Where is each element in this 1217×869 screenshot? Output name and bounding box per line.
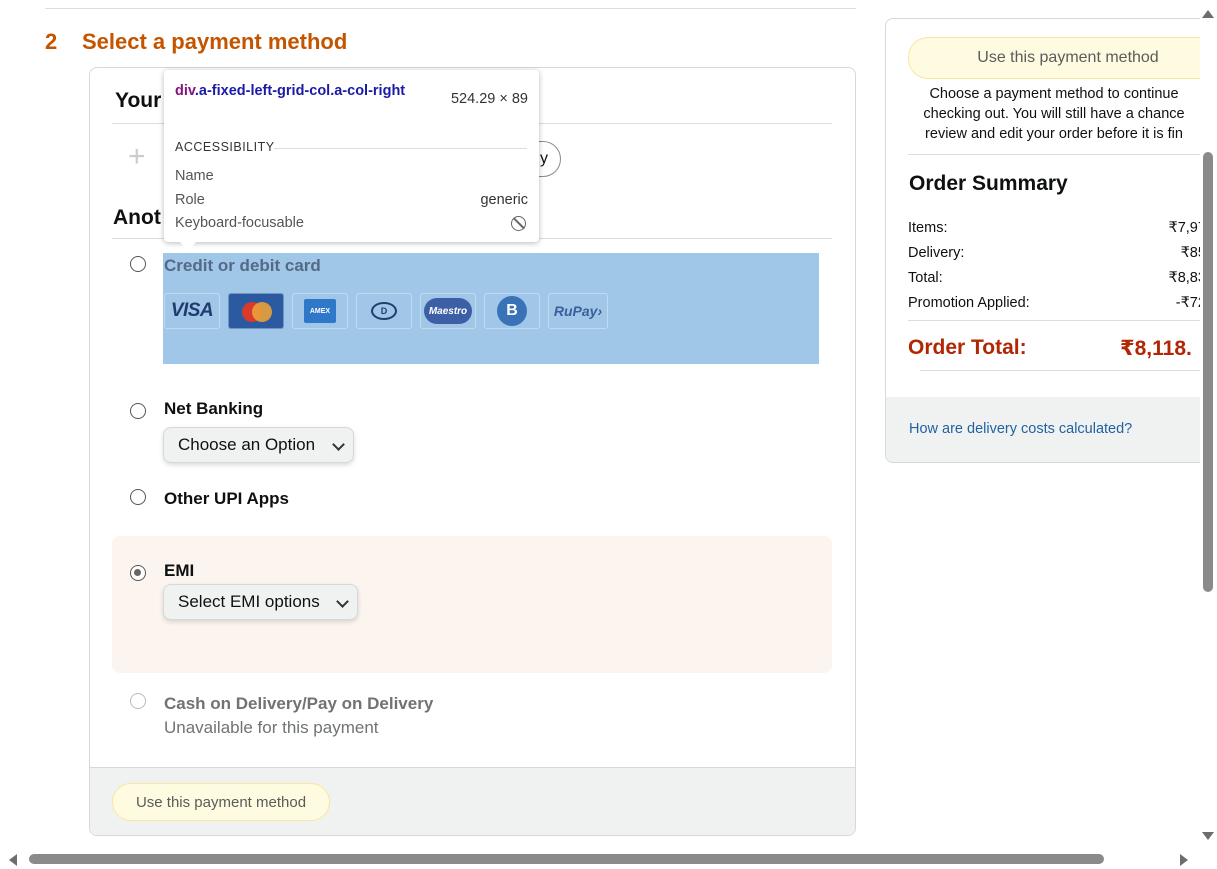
tooltip-tag: div [175,83,195,99]
use-payment-method-button-top[interactable]: Use this payment method [908,37,1217,79]
cod-unavailable-text: Unavailable for this payment [164,718,379,737]
net-banking-label: Net Banking [164,399,264,418]
tooltip-key: Role [175,192,205,208]
summary-label: Delivery: [908,245,965,261]
radio-cash-on-delivery[interactable] [130,693,146,709]
order-total-row: Order Total: ₹8,118. [908,336,1200,364]
bajaj-finserv-logo-icon: B [484,293,540,329]
visa-logo-icon: VISA [164,293,220,329]
radio-emi[interactable] [130,565,146,581]
step-title: Select a payment method [82,29,348,54]
rupay-logo-icon: RuPay› [548,293,608,329]
maestro-logo-icon: Maestro [420,293,476,329]
your-methods-heading: Your [115,89,162,112]
tooltip-key: Name [175,168,214,184]
order-summary-title: Order Summary [909,172,1068,195]
summary-value: -₹720 [1175,295,1200,311]
summary-value: ₹8,838 [1168,270,1200,286]
diners-club-logo-icon: D [356,293,412,329]
tooltip-value: generic [480,192,528,208]
summary-value: ₹859 [1180,245,1200,261]
scroll-right-arrow-icon[interactable] [1180,854,1188,866]
scroll-down-arrow-icon[interactable] [1202,832,1214,840]
summary-note-line: Choose a payment method to continue [929,86,1179,102]
summary-note-line: review and edit your order before it is … [925,126,1183,142]
tooltip-row-name: Name [175,168,528,188]
tooltip-row-role: Role generic [175,192,528,212]
tooltip-selector: div.a-fixed-left-grid-col.a-col-right [175,81,437,101]
plus-icon[interactable]: + [128,142,146,172]
credit-debit-card-label: Credit or debit card [164,256,321,275]
divider [920,370,1200,371]
card-logos: VISA AMEX D Maestro B RuPay› [164,293,616,329]
other-upi-label: Other UPI Apps [164,489,289,508]
vertical-scroll-thumb[interactable] [1203,152,1213,592]
amex-logo-icon: AMEX [292,293,348,329]
scroll-left-arrow-icon[interactable] [9,854,17,866]
not-allowed-icon [511,216,526,231]
another-methods-heading: Anot [113,206,161,229]
tooltip-section-heading: ACCESSIBILITY [175,140,275,154]
summary-row-items: Items: ₹7,979 [908,220,1200,240]
divider [908,154,1200,155]
emi-label: EMI [164,561,195,580]
radio-credit-debit-card[interactable] [130,256,146,272]
delivery-costs-link[interactable]: How are delivery costs calculated? [909,421,1132,437]
scroll-up-arrow-icon[interactable] [1202,10,1214,18]
summary-label: Total: [908,270,943,286]
chevron-down-icon [336,595,349,608]
pill-label: y [540,150,548,167]
order-total-value: ₹8,118. [1120,337,1192,360]
summary-row-total: Total: ₹8,838 [908,270,1200,290]
select-value: Select EMI options [178,592,320,611]
cash-on-delivery-label: Cash on Delivery/Pay on Delivery [164,694,434,713]
top-divider [45,8,856,9]
summary-label: Promotion Applied: [908,295,1030,311]
select-value: Choose an Option [178,435,316,454]
radio-other-upi[interactable] [130,489,146,505]
summary-value: ₹7,979 [1168,220,1200,236]
mastercard-logo-icon [228,293,284,329]
emi-options-select[interactable]: Select EMI options [163,584,358,620]
order-total-label: Order Total: [908,336,1027,359]
summary-label: Items: [908,220,948,236]
summary-row-delivery: Delivery: ₹859 [908,245,1200,265]
divider [274,148,527,149]
radio-net-banking[interactable] [130,403,146,419]
net-banking-select[interactable]: Choose an Option [163,427,354,463]
tooltip-classes: .a-fixed-left-grid-col.a-col-right [194,83,406,99]
tooltip-dimensions: 524.29 × 89 [450,91,528,107]
tooltip-row-focusable: Keyboard-focusable [175,215,528,235]
tooltip-key: Keyboard-focusable [175,215,304,231]
chevron-down-icon [332,438,345,451]
summary-note: Choose a payment method to continue chec… [908,84,1200,144]
summary-row-promotion: Promotion Applied: -₹720 [908,295,1200,315]
summary-note-line: checking out. You will still have a chan… [923,106,1185,122]
horizontal-scroll-thumb[interactable] [29,854,1104,864]
step-number: 2 [45,29,58,54]
use-payment-method-button-bottom[interactable]: Use this payment method [112,783,330,821]
inspector-tooltip: div.a-fixed-left-grid-col.a-col-right 52… [164,70,539,250]
divider [908,320,1200,321]
